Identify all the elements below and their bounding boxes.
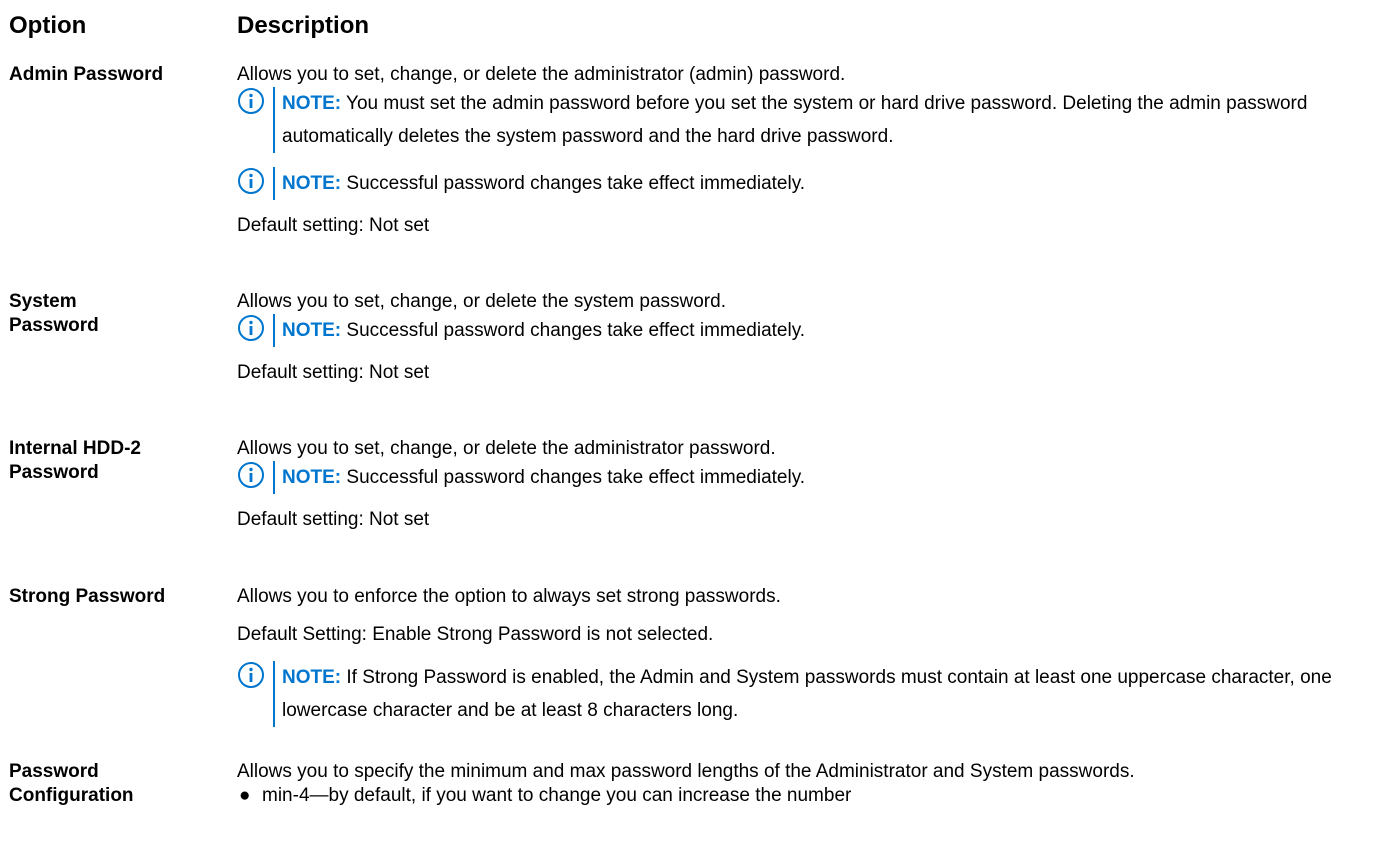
bios-password-options-table: Option Description Admin Password Allows… (0, 0, 1386, 843)
option-description: Allows you to set, change, or delete the… (237, 437, 1377, 546)
option-name: Strong Password (9, 586, 166, 607)
option-description: Allows you to specify the minimum and ma… (237, 760, 1237, 808)
note-divider (273, 87, 275, 153)
note-label: NOTE: (282, 667, 342, 688)
info-circle-icon (238, 315, 264, 341)
option-name: Password Configuration (9, 761, 134, 806)
note-label: NOTE: (282, 93, 342, 114)
note-text: Successful password changes take effect … (346, 467, 806, 488)
list-item: ● min-4—by default, if you want to change… (237, 784, 1237, 808)
note-divider (273, 461, 275, 494)
info-circle-icon (238, 168, 264, 194)
description-text: Allows you to set, change, or delete the… (237, 64, 846, 85)
description-text: Allows you to set, change, or delete the… (237, 291, 726, 312)
bullet-list: ● min-4—by default, if you want to change… (237, 784, 1237, 808)
option-description: Allows you to enforce the option to alwa… (237, 585, 1377, 741)
note-label: NOTE: (282, 320, 342, 341)
description-text: Allows you to enforce the option to alwa… (237, 586, 781, 607)
note-divider (273, 314, 275, 347)
note-callout: NOTE: If Strong Password is enabled, the… (237, 661, 1377, 727)
option-name: Admin Password (9, 64, 164, 85)
description-text: Allows you to set, change, or delete the… (237, 438, 776, 459)
description-text: Allows you to specify the minimum and ma… (237, 761, 1135, 782)
info-circle-icon (238, 88, 264, 114)
note-callout: NOTE: Successful password changes take e… (237, 314, 1377, 347)
option-name: System Password (9, 291, 99, 336)
note-label: NOTE: (282, 467, 342, 488)
note-callout: NOTE: Successful password changes take e… (237, 461, 1377, 494)
info-circle-icon (238, 662, 264, 688)
default-setting: Default setting: Not set (237, 362, 430, 383)
note-callout: NOTE: Successful password changes take e… (237, 167, 1377, 200)
default-setting: Default Setting: Enable Strong Password … (237, 624, 714, 645)
option-name: Internal HDD-2 Password (9, 438, 141, 483)
note-divider (273, 661, 275, 727)
note-text: You must set the admin password before y… (282, 93, 1308, 147)
column-header-option: Option (9, 12, 87, 39)
list-item-text: min-4—by default, if you want to change … (262, 785, 852, 806)
note-label: NOTE: (282, 173, 342, 194)
note-divider (273, 167, 275, 200)
note-text: Successful password changes take effect … (346, 173, 806, 194)
note-text: Successful password changes take effect … (346, 320, 806, 341)
bullet-icon: ● (239, 785, 251, 806)
default-setting: Default setting: Not set (237, 509, 430, 530)
default-setting: Default setting: Not set (237, 215, 430, 236)
note-callout: NOTE: You must set the admin password be… (237, 87, 1377, 153)
option-description: Allows you to set, change, or delete the… (237, 290, 1377, 399)
info-circle-icon (238, 462, 264, 488)
option-description: Allows you to set, change, or delete the… (237, 63, 1377, 252)
column-header-description: Description (237, 12, 370, 39)
note-text: If Strong Password is enabled, the Admin… (282, 667, 1332, 721)
